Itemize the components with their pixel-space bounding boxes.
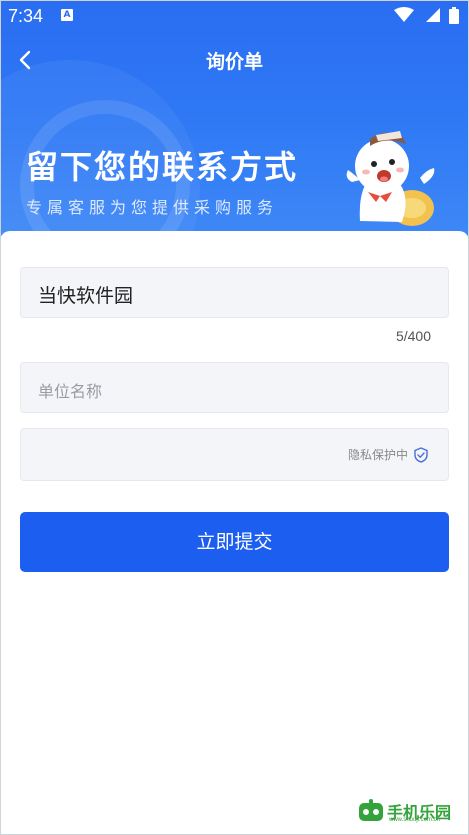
company-input[interactable]: 当快软件园: [20, 267, 449, 318]
mascot-illustration: [346, 131, 435, 226]
site-watermark: 手机乐园 www.shouji.com.cn: [357, 797, 459, 827]
nav-bar: 询价单: [0, 38, 469, 82]
page-title: 询价单: [205, 51, 263, 73]
privacy-indicator: 隐私保护中: [348, 446, 428, 463]
battery-icon: [449, 7, 459, 24]
inquiry-form-card: 当快软件园 5/400 单位名称 隐私保护中 立即提交 手机乐园 www.sho…: [0, 231, 469, 835]
status-icons: [390, 7, 459, 25]
privacy-text: 隐私保护中: [347, 448, 408, 462]
character-counter: 5/400: [395, 328, 431, 344]
cellular-signal-icon: [425, 8, 440, 22]
hero-title: 留下您的联系方式: [26, 148, 299, 186]
watermark-logo-icon: [359, 799, 383, 821]
submit-button[interactable]: 立即提交: [20, 512, 449, 572]
shield-check-icon: [414, 446, 428, 463]
wifi-icon: [394, 7, 415, 22]
status-bar: 7:34 A: [0, 0, 469, 32]
unit-name-input[interactable]: 单位名称: [20, 362, 449, 413]
contact-input[interactable]: 隐私保护中: [20, 428, 449, 481]
hero-subtitle: 专属客服为您提供采购服务: [26, 198, 279, 217]
company-input-value: 当快软件园: [38, 285, 134, 307]
unit-name-placeholder: 单位名称: [38, 382, 103, 401]
status-time: 7:34: [8, 6, 44, 26]
hero-banner: 7:34 A 询价单 留下您的联系方式 专属客服为您提供采购服务: [0, 0, 469, 250]
notification-icon: A: [61, 9, 73, 21]
watermark-subtext: www.shouji.com.cn: [389, 817, 441, 823]
